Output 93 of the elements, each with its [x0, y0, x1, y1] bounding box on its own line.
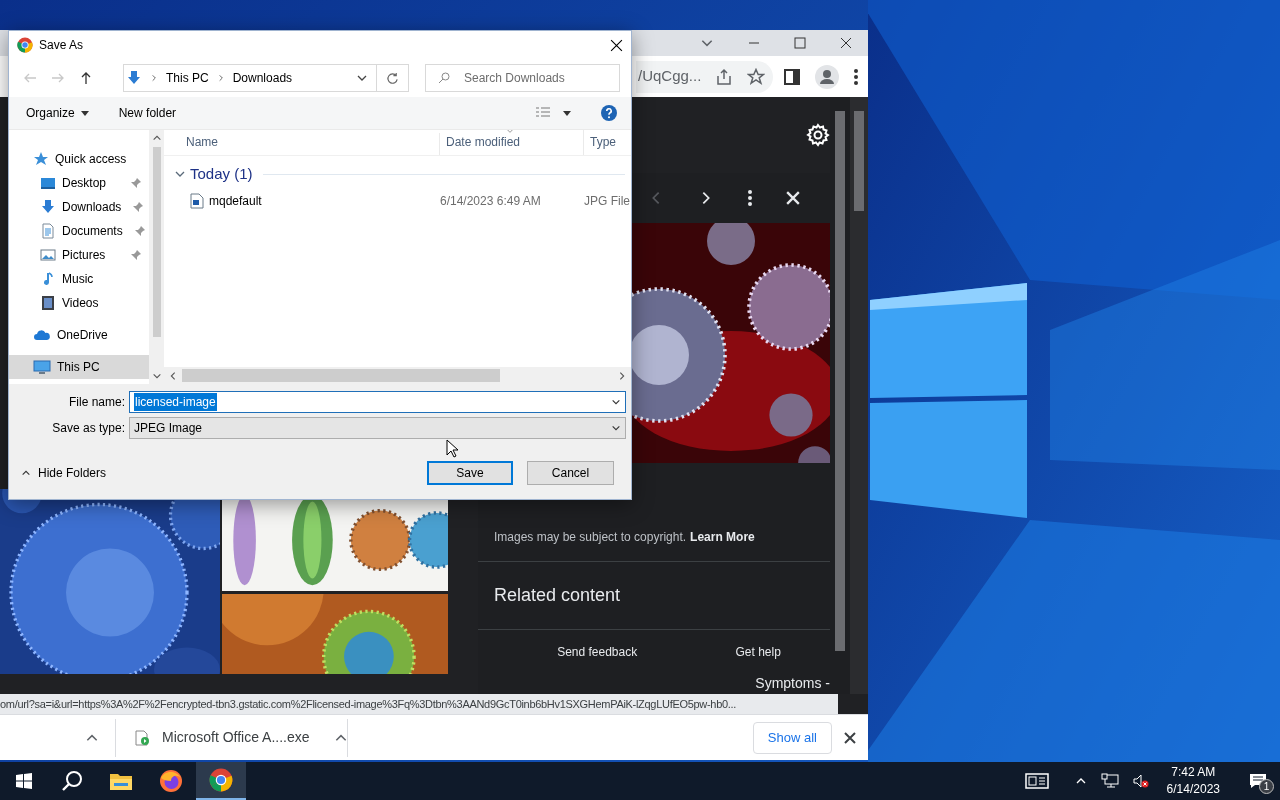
- show-all-button[interactable]: Show all: [752, 721, 832, 754]
- scroll-left-icon[interactable]: [168, 370, 178, 381]
- profile-icon[interactable]: [815, 64, 840, 89]
- result-title: Symptoms -: [755, 674, 830, 694]
- footer-link[interactable]: Get help: [735, 642, 781, 661]
- settings-icon[interactable]: [806, 123, 830, 148]
- nav-item[interactable]: Pictures: [9, 243, 149, 267]
- file-name-field[interactable]: licensed-image: [129, 391, 626, 413]
- url-text: /UqCgg...: [638, 66, 702, 87]
- scroll-right-icon[interactable]: [617, 370, 627, 381]
- column-header[interactable]: Name: [164, 133, 440, 155]
- address-bar[interactable]: This PC Downloads: [123, 64, 377, 92]
- chevron-up-icon[interactable]: [21, 468, 31, 478]
- side-panel-icon[interactable]: [783, 67, 802, 86]
- clock[interactable]: 7:42 AM 6/14/2023: [1162, 764, 1224, 798]
- dropdown-icon[interactable]: [611, 397, 621, 407]
- new-folder-button[interactable]: New folder: [118, 104, 177, 122]
- copyright-notice: Images may be subject to copyright.: [494, 529, 687, 547]
- scroll-up-icon[interactable]: [151, 133, 162, 143]
- search-icon[interactable]: [61, 770, 83, 792]
- status-url: om/url?sa=i&url=https%3A%2F%2Fencrypted-tbn3.gstatic.com%2Flicensed-image%3Fq%3Dtbn%3AANd9GcT0inb6bHv1SXGHemPAiK-lZqgLUfEO5pw-hb0...: [0, 694, 838, 715]
- mouse-cursor-icon: [446, 439, 458, 458]
- share-icon[interactable]: [715, 67, 734, 86]
- fox-globe-icon: [159, 769, 183, 793]
- muted-speaker-icon[interactable]: [1132, 773, 1149, 789]
- nav-item[interactable]: Quick access: [9, 147, 149, 171]
- film-icon: [40, 295, 56, 311]
- nav-item[interactable]: This PC: [9, 355, 149, 379]
- download-icon: [126, 70, 142, 86]
- field-label: Save as type:: [51, 420, 126, 437]
- scrollbar-thumb[interactable]: [835, 111, 845, 652]
- breadcrumb-item[interactable]: This PC: [166, 69, 209, 87]
- download-icon: [40, 199, 56, 215]
- refresh-icon[interactable]: [386, 71, 399, 85]
- nav-item[interactable]: Downloads: [9, 195, 149, 219]
- learn-more-link[interactable]: Learn More: [690, 528, 755, 547]
- nav-item[interactable]: Desktop: [9, 171, 149, 195]
- nav-item[interactable]: Documents: [9, 219, 149, 243]
- save-button[interactable]: Save: [427, 461, 513, 485]
- hide-folders-button[interactable]: Hide Folders: [21, 464, 107, 482]
- search-icon: [438, 72, 450, 84]
- monitor-icon: [40, 175, 56, 191]
- notification-badge: 1: [1259, 779, 1274, 794]
- organize-button[interactable]: Organize: [26, 104, 89, 122]
- scroll-down-icon[interactable]: [151, 371, 162, 381]
- image-icon: [40, 247, 56, 263]
- address-bar[interactable]: /UqCgg...: [636, 60, 774, 93]
- close-icon[interactable]: [610, 38, 623, 52]
- chrome-logo-icon[interactable]: [209, 768, 233, 792]
- installer-file-icon: [134, 729, 150, 746]
- folder-icon: [109, 771, 133, 791]
- file-row[interactable]: mqdefault 6/14/2023 6:49 AM JPG File: [164, 187, 631, 215]
- search-field[interactable]: Search Downloads: [425, 64, 620, 92]
- document-icon: [40, 223, 56, 239]
- chevron-icon[interactable]: [150, 74, 158, 82]
- nav-item[interactable]: Music: [9, 267, 149, 291]
- chevron-icon[interactable]: [216, 74, 225, 82]
- close-icon[interactable]: [844, 731, 856, 744]
- scrollbar-thumb[interactable]: [152, 147, 161, 337]
- column-header[interactable]: Date modified: [440, 130, 584, 155]
- caret-icon: [80, 110, 89, 116]
- star-icon[interactable]: [747, 67, 766, 86]
- footer-link[interactable]: Send feedback: [557, 642, 638, 661]
- notifications-button[interactable]: 1: [1244, 766, 1272, 796]
- column-header[interactable]: Type: [584, 133, 616, 155]
- close-icon[interactable]: [840, 36, 852, 49]
- taskbar-app[interactable]: [196, 762, 246, 800]
- network-icon[interactable]: [1100, 773, 1119, 789]
- computer-icon: [33, 359, 51, 375]
- caret-icon[interactable]: [563, 110, 571, 116]
- save-type-dropdown[interactable]: JPEG Image: [129, 417, 626, 439]
- news-icon[interactable]: [1024, 773, 1049, 789]
- window-title: Save As: [39, 37, 84, 54]
- download-item[interactable]: Microsoft Office A....exe: [116, 718, 348, 757]
- group-header: Today (1): [190, 163, 253, 184]
- dropdown-icon[interactable]: [611, 423, 621, 433]
- up-icon[interactable]: [79, 71, 93, 85]
- image-file-icon: [190, 193, 204, 209]
- windows-start-icon[interactable]: [16, 773, 32, 789]
- field-label: File name:: [67, 394, 126, 411]
- scrollbar-thumb[interactable]: [854, 111, 864, 212]
- nav-item[interactable]: OneDrive: [9, 323, 149, 347]
- maximize-icon[interactable]: [794, 36, 806, 49]
- cloud-icon: [33, 327, 51, 343]
- scrollbar-thumb[interactable]: [182, 369, 500, 382]
- help-icon[interactable]: [601, 105, 617, 121]
- cancel-button[interactable]: Cancel: [527, 461, 614, 485]
- more-icon[interactable]: [748, 190, 752, 207]
- section-heading: Related content: [494, 584, 621, 608]
- star-icon: [33, 151, 49, 167]
- menu-icon[interactable]: [853, 67, 860, 86]
- nav-item[interactable]: Videos: [9, 291, 149, 315]
- breadcrumb-item[interactable]: Downloads: [232, 69, 293, 87]
